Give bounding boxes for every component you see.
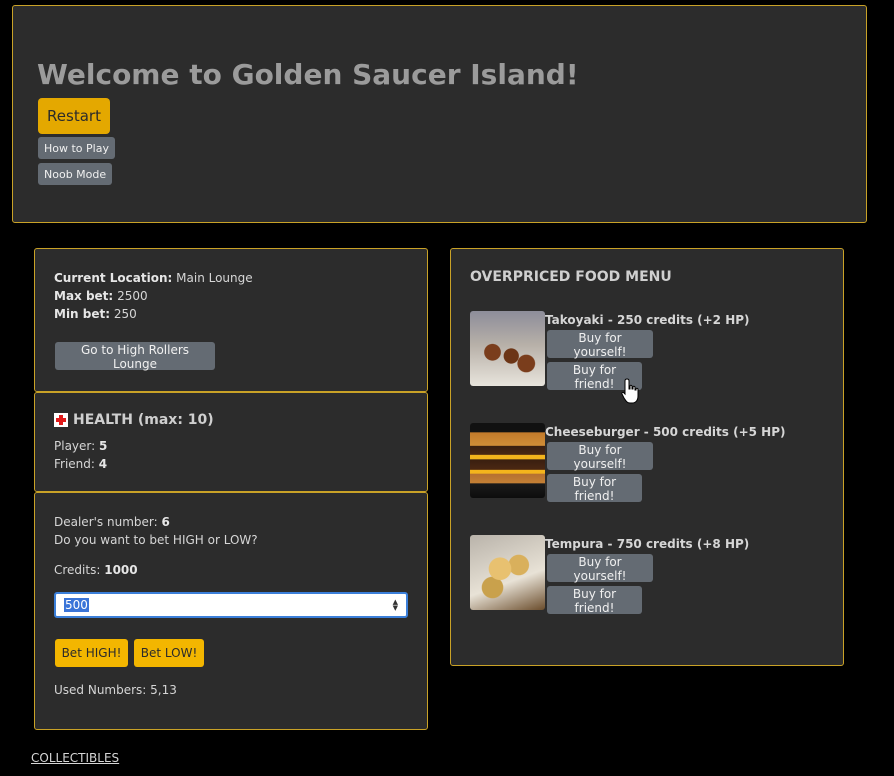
friend-health-label: Friend: <box>54 457 95 471</box>
min-bet-value: 250 <box>113 307 137 321</box>
credits-value: 1000 <box>104 563 138 577</box>
min-bet-label: Min bet: <box>54 307 111 321</box>
food-item-name: Takoyaki - 250 credits (+2 HP) <box>545 313 750 327</box>
player-health-label: Player: <box>54 439 96 453</box>
how-to-play-button[interactable]: How to Play <box>38 137 115 159</box>
max-bet-label: Max bet: <box>54 289 114 303</box>
used-numbers: Used Numbers: 5,13 <box>54 683 177 697</box>
bet-amount-value: 500 <box>64 598 89 612</box>
tempura-image <box>470 535 545 610</box>
bet-low-button[interactable]: Bet LOW! <box>134 639 204 667</box>
min-bet: Min bet: 250 <box>54 307 137 321</box>
health-title: HEALTH (max: 10) <box>54 412 214 428</box>
food-menu-panel: OVERPRICED FOOD MENU Takoyaki - 250 cred… <box>450 248 844 666</box>
page-title: Welcome to Golden Saucer Island! <box>37 58 579 91</box>
max-bet: Max bet: 2500 <box>54 289 148 303</box>
red-cross-icon <box>54 413 68 427</box>
health-panel: HEALTH (max: 10) Player: 5 Friend: 4 <box>34 392 428 492</box>
cheeseburger-image <box>470 423 545 498</box>
current-location: Current Location: Main Lounge <box>54 271 253 285</box>
bet-amount-input[interactable]: 500 ▲ ▼ <box>54 592 408 618</box>
bet-high-button[interactable]: Bet HIGH! <box>55 639 128 667</box>
player-health: Player: 5 <box>54 439 107 453</box>
tempura-buy-friend-button[interactable]: Buy for friend! <box>547 586 642 615</box>
cheeseburger-buy-self-button[interactable]: Buy for yourself! <box>547 442 653 471</box>
food-item-name: Cheeseburger - 500 credits (+5 HP) <box>545 425 786 439</box>
hand-cursor-icon <box>621 378 639 404</box>
credits-label: Credits: <box>54 563 101 577</box>
takoyaki-buy-self-button[interactable]: Buy for yourself! <box>547 330 653 359</box>
max-bet-value: 2500 <box>117 289 148 303</box>
bet-question: Do you want to bet HIGH or LOW? <box>54 533 258 547</box>
food-item-name: Tempura - 750 credits (+8 HP) <box>545 537 750 551</box>
food-menu-title: OVERPRICED FOOD MENU <box>470 269 672 285</box>
dealer-number: Dealer's number: 6 <box>54 515 170 529</box>
go-to-high-rollers-button[interactable]: Go to High Rollers Lounge <box>55 342 215 371</box>
health-title-text: HEALTH (max: 10) <box>73 412 214 428</box>
friend-health: Friend: 4 <box>54 457 107 471</box>
cheeseburger-buy-friend-button[interactable]: Buy for friend! <box>547 474 642 503</box>
dealer-number-value: 6 <box>161 515 170 529</box>
collectibles-link[interactable]: COLLECTIBLES <box>31 751 119 765</box>
noob-mode-button[interactable]: Noob Mode <box>38 163 113 185</box>
player-health-value: 5 <box>99 439 108 453</box>
restart-button[interactable]: Restart <box>38 98 110 134</box>
header-panel: Welcome to Golden Saucer Island! Restart… <box>12 5 867 223</box>
friend-health-value: 4 <box>98 457 108 471</box>
dealer-number-label: Dealer's number: <box>54 515 158 529</box>
takoyaki-image <box>470 311 545 386</box>
current-location-value: Main Lounge <box>176 271 253 285</box>
current-location-label: Current Location: <box>54 271 173 285</box>
betting-panel: Dealer's number: 6 Do you want to bet HI… <box>34 492 428 730</box>
tempura-buy-self-button[interactable]: Buy for yourself! <box>547 554 653 583</box>
location-panel: Current Location: Main Lounge Max bet: 2… <box>34 248 428 392</box>
spinner-arrows-icon[interactable]: ▲ ▼ <box>393 599 398 612</box>
credits: Credits: 1000 <box>54 563 138 577</box>
